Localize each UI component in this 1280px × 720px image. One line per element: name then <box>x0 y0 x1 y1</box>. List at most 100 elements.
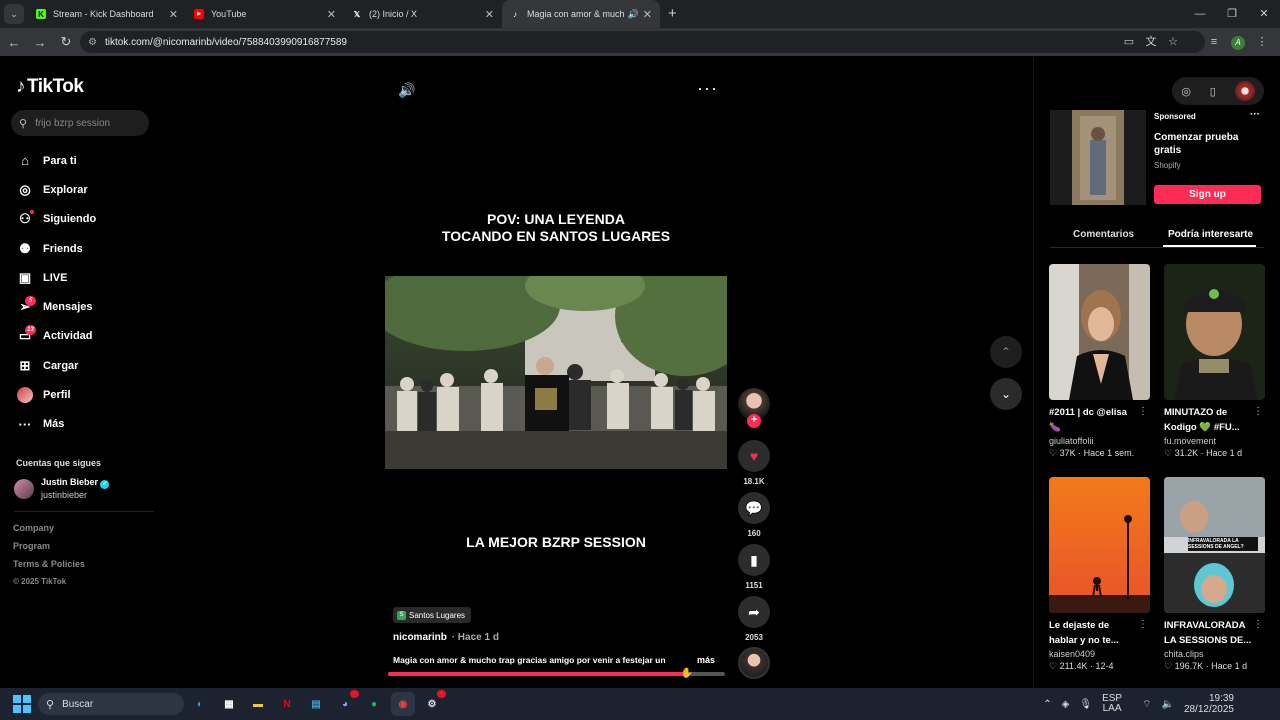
footer-link-program[interactable]: Program <box>13 541 85 559</box>
volume-icon[interactable]: 🔊 <box>398 82 415 99</box>
menu-item-explorar[interactable]: ◎ Explorar <box>16 175 156 204</box>
netflix-icon[interactable]: N <box>275 692 299 716</box>
tab-x[interactable]: 𝕏 (2) Inicio / X ✕ <box>344 0 502 28</box>
previous-video-button[interactable]: ⌃ <box>990 336 1022 368</box>
tab-youtube[interactable]: ▶ YouTube ✕ <box>186 0 344 28</box>
ad-image[interactable] <box>1050 110 1146 205</box>
description-more-button[interactable]: más <box>697 655 715 665</box>
ad-options-icon[interactable]: ··· <box>1250 109 1260 120</box>
menu-item-mensajes[interactable]: ➢ 5 Mensajes <box>16 292 156 321</box>
bookmark-icon: ▮ <box>750 551 758 568</box>
cast-icon[interactable]: ▭ <box>1118 31 1140 53</box>
speaker-icon[interactable]: 🔈 <box>1161 699 1173 710</box>
location-tag[interactable]: S Santos Lugares <box>393 607 472 623</box>
search-input[interactable]: ⚲ frijo bzrp session <box>11 110 149 136</box>
card-author[interactable]: fu.movement <box>1164 436 1265 446</box>
user-avatar[interactable] <box>1234 81 1255 101</box>
chrome-icon[interactable]: ◉ <box>391 692 415 716</box>
tab-podria-interesarte[interactable]: Podría interesarte <box>1168 229 1253 240</box>
card-title: Le dejaste de hablar y no te... <box>1049 620 1119 646</box>
wifi-icon[interactable]: ⌔ <box>1142 698 1151 711</box>
recommended-video-card[interactable]: INFRAVALORADA LA SESSIONS DE ANGEL? INFR… <box>1164 477 1265 672</box>
steam-icon[interactable]: ◈ <box>1062 699 1070 710</box>
browser-menu-icon[interactable]: ⋮ <box>1250 31 1274 53</box>
menu-item-cargar[interactable]: ⊞ Cargar <box>16 351 156 380</box>
footer-link-terms[interactable]: Terms & Policies <box>13 559 85 577</box>
card-options-icon[interactable]: ⋮ <box>1138 406 1148 417</box>
recommended-video-card[interactable]: #2011 | dc @elisa 🍆 ⋮ giuliatoffolii ♡ 3… <box>1049 264 1150 459</box>
spotify-icon[interactable]: ● <box>362 692 386 716</box>
menu-item-mas[interactable]: ··· Más <box>16 410 156 439</box>
menu-item-siguiendo[interactable]: ⚇ Siguiendo <box>16 205 156 234</box>
profile-icon[interactable]: A <box>1226 31 1250 53</box>
like-button[interactable]: ♥ <box>738 440 770 472</box>
tab-search-button[interactable]: ⌄ <box>4 4 24 24</box>
close-tab-icon[interactable]: ✕ <box>485 8 494 21</box>
share-button[interactable]: ➦ <box>738 596 770 628</box>
windows-start-icon[interactable] <box>13 695 31 713</box>
reload-icon[interactable]: ↻ <box>54 34 78 50</box>
close-tab-icon[interactable]: ✕ <box>327 8 336 21</box>
card-options-icon[interactable]: ⋮ <box>1253 619 1263 630</box>
clock[interactable]: 19:39 28/12/2025 <box>1184 693 1244 715</box>
microphone-icon[interactable]: 🎙 <box>1079 699 1092 710</box>
menu-item-perfil[interactable]: Perfil <box>16 380 156 409</box>
close-tab-icon[interactable]: ✕ <box>643 8 652 21</box>
ad-title[interactable]: Comenzar prueba gratis <box>1154 131 1254 157</box>
file-explorer-icon[interactable]: ▬ <box>246 692 270 716</box>
menu-item-para-ti[interactable]: ⌂ Para ti <box>16 146 156 175</box>
menu-item-live[interactable]: ▣ LIVE <box>16 263 156 292</box>
card-author[interactable]: kaisen0409 <box>1049 649 1150 659</box>
bookmark-star-icon[interactable]: ☆ <box>1162 31 1184 53</box>
minimize-icon[interactable]: — <box>1184 0 1216 28</box>
card-author[interactable]: chita.clips <box>1164 649 1265 659</box>
restore-icon[interactable]: ❐ <box>1216 0 1248 28</box>
author-name[interactable]: nicomarinb <box>393 632 447 643</box>
site-info-icon[interactable]: ⚙ <box>88 37 97 48</box>
app-icon[interactable]: ⚙ · <box>420 690 446 716</box>
next-video-button[interactable]: ⌄ <box>990 378 1022 410</box>
window-controls: — ❐ ✕ <box>1184 0 1280 28</box>
device-icon[interactable]: ▯ <box>1210 85 1216 98</box>
chevron-up-icon[interactable]: ⌃ <box>1043 699 1051 710</box>
close-window-icon[interactable]: ✕ <box>1248 0 1280 28</box>
back-icon[interactable]: ← <box>2 35 26 50</box>
card-options-icon[interactable]: ⋮ <box>1138 619 1148 630</box>
tab-kick[interactable]: K Stream - Kick Dashboard ✕ <box>28 0 186 28</box>
video-more-options-icon[interactable]: ··· <box>697 78 718 99</box>
location-icon: S <box>397 610 406 620</box>
avatar <box>14 478 34 499</box>
taskbar-search[interactable]: ⚲ Buscar <box>38 693 184 715</box>
tiktok-logo[interactable]: ♪ TikTok <box>16 76 84 98</box>
forward-icon[interactable]: → <box>28 35 52 50</box>
app-icon[interactable]: ▤ <box>304 692 328 716</box>
followed-account[interactable]: Justin Bieber ✓ justinbieber <box>14 476 110 501</box>
menu-item-actividad[interactable]: ▭ 13 Actividad <box>16 322 156 351</box>
translate-icon[interactable]: 文 <box>1140 31 1162 53</box>
explore-compass-icon[interactable]: ◎ <box>1181 85 1191 98</box>
card-author[interactable]: giuliatoffolii <box>1049 436 1150 446</box>
address-bar[interactable]: ⚙ tiktok.com/@nicomarinb/video/758840399… <box>80 31 1205 53</box>
music-disc-avatar[interactable] <box>738 647 770 679</box>
follow-plus-icon[interactable]: + <box>747 414 761 428</box>
discord-icon[interactable]: ◕ · <box>333 690 359 716</box>
close-tab-icon[interactable]: ✕ <box>169 8 178 21</box>
tab-tiktok[interactable]: ♪ Magia con amor & mucho t 🔊 ✕ <box>502 0 660 28</box>
sign-up-button[interactable]: Sign up <box>1154 185 1261 204</box>
footer-link-company[interactable]: Company <box>13 523 85 541</box>
recommended-video-card[interactable]: Le dejaste de hablar y no te... ⋮ kaisen… <box>1049 477 1150 672</box>
edge-icon[interactable]: ◐ <box>188 692 212 716</box>
reading-list-icon[interactable]: ≡ <box>1202 31 1226 53</box>
recommended-video-card[interactable]: MINUTAZO de Kodigo 💚 #FU... ⋮ fu.movemen… <box>1164 264 1265 459</box>
tab-comentarios[interactable]: Comentarios <box>1073 229 1134 240</box>
new-tab-button[interactable]: + <box>668 0 677 28</box>
comment-button[interactable]: 💬 <box>738 492 770 524</box>
card-options-icon[interactable]: ⋮ <box>1253 406 1263 417</box>
video-progress-bar[interactable]: ✋ <box>388 668 725 679</box>
store-icon[interactable]: ▦ <box>217 692 241 716</box>
save-button[interactable]: ▮ <box>738 544 770 576</box>
language-indicator[interactable]: ESP LAA <box>1102 694 1132 714</box>
video-description: Magia con amor & mucho trap gracias amig… <box>393 655 666 665</box>
menu-item-friends[interactable]: ⚉ Friends <box>16 234 156 263</box>
audio-playing-icon[interactable]: 🔊 <box>628 9 639 20</box>
